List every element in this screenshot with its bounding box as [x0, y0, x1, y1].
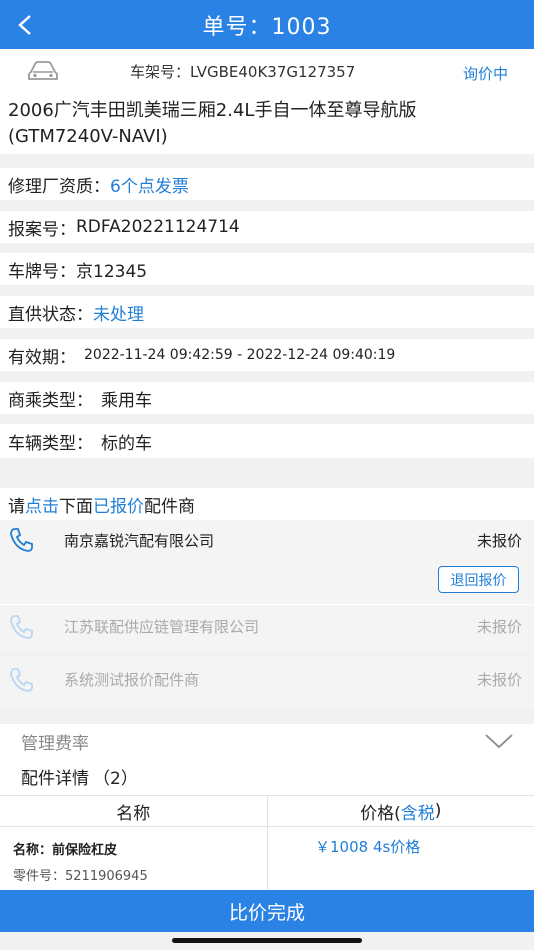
validity-value: 2022-11-24 09:42:59 - 2022-12-24 09:40:1… — [84, 347, 396, 363]
supplier-hint: 请点击 下面 已报价 配件商 — [0, 488, 534, 520]
plate-row: 车牌号： 京12345 — [0, 253, 534, 285]
phone-icon[interactable] — [8, 613, 36, 641]
inquiry-status: 询价中 — [462, 65, 508, 83]
vin-row: 车架号：LVGBE40K37G127357 询价中 — [0, 49, 534, 92]
model-line-1: 2006广汽丰田凯美瑞三厢2.4L手自一体至尊导航版 — [8, 100, 417, 121]
parts-count: （2） — [93, 769, 138, 789]
plate-value: 京12345 — [76, 261, 148, 282]
supplier-item[interactable]: 江苏联配供应链管理有限公司 未报价 — [0, 604, 534, 654]
garage-qualification-row: 修理厂资质： 6个点发票 — [0, 168, 534, 200]
supplier-item[interactable]: 系统测试报价配件商 未报价 — [0, 656, 534, 708]
page-title: 单号：1003 — [202, 14, 332, 40]
column-name-header: 名称 — [0, 796, 268, 826]
chevron-left-icon — [18, 15, 31, 35]
management-fee-row[interactable]: 管理费率 — [0, 724, 534, 758]
supplier-quote-status: 未报价 — [476, 532, 522, 550]
direct-supply-row: 直供状态： 未处理 — [0, 296, 534, 328]
supplier-item[interactable]: 南京嘉锐汽配有限公司 未报价 退回报价 — [0, 520, 534, 604]
parts-detail-label: 配件详情 — [21, 769, 89, 789]
case-number-row: 报案号： RDFA20221124714 — [0, 211, 534, 243]
business-type-value: 乘用车 — [101, 390, 152, 411]
parts-table-header: 名称 价格(含税) — [0, 795, 534, 827]
garage-qualification-value: 6个点发票 — [110, 176, 189, 197]
part-number: 零件号：5211906945 — [13, 869, 148, 884]
home-indicator[interactable] — [172, 938, 362, 943]
model-line-2: (GTM7240V-NAVI) — [8, 126, 168, 147]
return-quote-button[interactable]: 退回报价 — [438, 566, 519, 593]
nav-header: 单号：1003 — [0, 0, 534, 49]
supplier-quote-status: 未报价 — [476, 618, 522, 636]
vehicle-type-row: 车辆类型： 标的车 — [0, 424, 534, 458]
business-type-row: 商乘类型： 乘用车 — [0, 382, 534, 414]
phone-icon[interactable] — [8, 666, 36, 694]
validity-row: 有效期： 2022-11-24 09:42:59 - 2022-12-24 09… — [0, 339, 534, 371]
supplier-name: 江苏联配供应链管理有限公司 — [64, 618, 260, 636]
car-icon — [28, 61, 58, 80]
case-number-value: RDFA20221124714 — [76, 217, 240, 237]
parts-detail-header: 配件详情 （2） — [0, 758, 534, 795]
finish-comparison-button[interactable]: 比价完成 — [0, 890, 534, 932]
chevron-down-icon[interactable] — [484, 733, 514, 749]
column-price-header: 价格(含税) — [360, 801, 442, 824]
back-button[interactable] — [10, 10, 40, 40]
vehicle-type-value: 标的车 — [101, 433, 152, 454]
vin-text: 车架号：LVGBE40K37G127357 — [130, 63, 356, 81]
part-name: 名称：前保险杠皮 — [13, 843, 118, 858]
supplier-quote-status: 未报价 — [476, 671, 522, 689]
supplier-name: 南京嘉锐汽配有限公司 — [64, 532, 215, 550]
supplier-name: 系统测试报价配件商 — [64, 671, 200, 689]
management-fee-label: 管理费率 — [21, 733, 89, 754]
vehicle-model: 2006广汽丰田凯美瑞三厢2.4L手自一体至尊导航版 (GTM7240V-NAV… — [0, 92, 534, 154]
part-price: ￥1008 4s价格 — [315, 838, 421, 856]
table-row[interactable]: 名称：前保险杠皮 零件号：5211906945 ￥1008 4s价格 — [0, 827, 534, 890]
direct-supply-value: 未处理 — [93, 304, 144, 325]
column-divider — [267, 827, 268, 890]
phone-icon[interactable] — [8, 526, 36, 554]
